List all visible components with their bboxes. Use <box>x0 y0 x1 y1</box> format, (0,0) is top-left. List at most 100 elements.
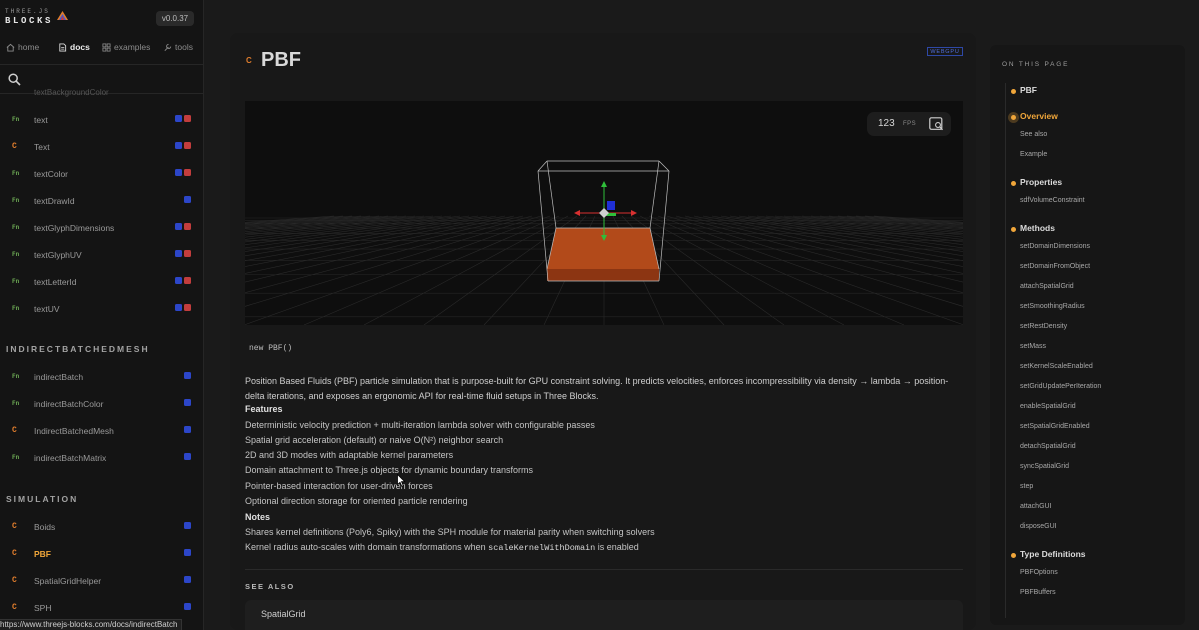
sidebar-item-label: indirectBatchMatrix <box>34 453 107 463</box>
sidebar-item[interactable]: C SPH <box>0 601 203 617</box>
sidebar-item[interactable]: Fn textGlyphDimensions <box>0 221 203 237</box>
webgl-support-badge <box>184 277 191 284</box>
toc-section-link[interactable]: Overview <box>1020 111 1058 121</box>
toc-link[interactable]: setMass <box>1020 343 1046 350</box>
toc-link[interactable]: Example <box>1020 151 1047 158</box>
webgpu-support-badge <box>175 304 182 311</box>
notes-heading: Notes <box>245 512 271 522</box>
toc-link[interactable]: enableSpatialGrid <box>1020 403 1076 410</box>
toc-link[interactable]: setSpatialGridEnabled <box>1020 423 1090 430</box>
grid-line <box>765 215 963 240</box>
inline-code: scaleKernelWithDomain <box>488 543 596 553</box>
toc-link[interactable]: setRestDensity <box>1020 323 1067 330</box>
function-kind-icon: Fn <box>12 116 20 123</box>
toc-link[interactable]: syncSpatialGrid <box>1020 463 1069 470</box>
toc-link[interactable]: setDomainFromObject <box>1020 263 1090 270</box>
brand-logo[interactable]: THREE.JS BLOCKS <box>5 9 53 26</box>
gizmo-x-arrow-neg <box>574 210 580 216</box>
function-kind-icon: Fn <box>12 251 20 258</box>
sidebar-item[interactable]: Fn text <box>0 113 203 129</box>
function-kind-icon: Fn <box>12 400 20 407</box>
search-input[interactable] <box>26 71 196 89</box>
toc-active-marker <box>1008 112 1019 123</box>
grid-line <box>245 215 443 240</box>
sidebar-item[interactable]: Fn textDrawId <box>0 194 203 210</box>
toc-section-link[interactable]: PBF <box>1020 85 1037 95</box>
toc-link[interactable]: setKernelScaleEnabled <box>1020 363 1093 370</box>
see-also-card[interactable]: SpatialGrid <box>245 600 963 630</box>
scene-canvas[interactable] <box>245 101 963 325</box>
sidebar-item[interactable]: Fn indirectBatchColor <box>0 397 203 413</box>
sidebar-item-label: PBF <box>34 549 51 559</box>
webgpu-support-badge <box>184 196 191 203</box>
sidebar-item[interactable]: C Boids <box>0 520 203 536</box>
toc-link[interactable]: setGridUpdatePerIteration <box>1020 383 1101 390</box>
nav-home[interactable]: home <box>6 42 39 52</box>
function-kind-icon: Fn <box>12 373 20 380</box>
toc-link[interactable]: attachSpatialGrid <box>1020 283 1074 290</box>
note-item: Kernel radius auto-scales with domain tr… <box>245 542 639 553</box>
toc-link[interactable]: PBFBuffers <box>1020 589 1056 596</box>
toc-link[interactable]: sdfVolumeConstraint <box>1020 197 1085 204</box>
sidebar-item-label: textUV <box>34 304 60 314</box>
toc-link[interactable]: setDomainDimensions <box>1020 243 1090 250</box>
webgpu-support-badge <box>175 250 182 257</box>
doc-icon <box>59 42 67 52</box>
sidebar-item-label: textDrawId <box>34 196 75 206</box>
sidebar-item[interactable]: Fn textGlyphUV <box>0 248 203 264</box>
webgpu-support-badge <box>175 277 182 284</box>
see-also-link[interactable]: SpatialGrid <box>261 609 306 619</box>
fluid-particles-top <box>547 228 659 269</box>
blocks-logo-icon <box>57 11 68 20</box>
toc-link[interactable]: step <box>1020 483 1033 490</box>
note-item: Shares kernel definitions (Poly6, Spiky)… <box>245 527 655 537</box>
toc-section-link[interactable]: Type Definitions <box>1020 549 1086 559</box>
sidebar-item[interactable]: C SpatialGridHelper <box>0 574 203 590</box>
toc-link[interactable]: disposeGUI <box>1020 523 1057 530</box>
toc-section-link[interactable]: Properties <box>1020 177 1062 187</box>
toc-link[interactable]: attachGUI <box>1020 503 1052 510</box>
sidebar-item[interactable]: C IndirectBatchedMesh <box>0 424 203 440</box>
webgpu-support-badge <box>184 453 191 460</box>
webgpu-support-badge <box>184 399 191 406</box>
sidebar-item-label: indirectBatch <box>34 372 84 382</box>
search-icon[interactable] <box>8 73 21 86</box>
grid-line <box>819 215 963 230</box>
grid-line <box>245 215 551 325</box>
toc-section-link[interactable]: Methods <box>1020 223 1055 233</box>
webgpu-support-badge <box>184 372 191 379</box>
sidebar-item[interactable]: Fn indirectBatchMatrix <box>0 451 203 467</box>
grid-icon <box>102 42 111 52</box>
version-badge: v0.0.37 <box>156 11 194 26</box>
sidebar-item[interactable]: C PBF <box>0 547 203 563</box>
sidebar-item[interactable]: C Text <box>0 140 203 156</box>
toc-link[interactable]: See also <box>1020 131 1047 138</box>
section-heading-simulation: SIMULATION <box>6 494 79 504</box>
toc-link[interactable]: detachSpatialGrid <box>1020 443 1076 450</box>
sidebar-item-label: textLetterId <box>34 277 77 287</box>
toc-active-dot <box>1011 115 1016 120</box>
sidebar-item[interactable]: Fn textUV <box>0 302 203 318</box>
features-heading: Features <box>245 404 283 414</box>
sidebar-item[interactable]: Fn textColor <box>0 167 203 183</box>
grid-line <box>738 215 963 249</box>
nav-docs[interactable]: docs <box>58 42 90 52</box>
webgpu-badge: WEBGPU <box>927 47 963 56</box>
inspect-icon[interactable] <box>929 117 944 131</box>
nav-tools[interactable]: tools <box>163 42 193 52</box>
toc-section-dot <box>1011 553 1016 558</box>
fps-panel: 123 FPS <box>867 112 951 136</box>
toc-link[interactable]: PBFOptions <box>1020 569 1058 576</box>
class-kind-marker: C <box>246 56 252 65</box>
nav-examples-label: examples <box>114 42 151 52</box>
nav-examples[interactable]: examples <box>102 42 150 52</box>
grid-line <box>720 215 963 257</box>
webgpu-support-badge <box>184 426 191 433</box>
grid-line <box>245 215 470 249</box>
example-viewport[interactable]: 123 FPS <box>245 101 963 325</box>
sidebar-item[interactable]: Fn textLetterId <box>0 275 203 291</box>
function-kind-icon: Fn <box>12 278 20 285</box>
toc-link[interactable]: setSmoothingRadius <box>1020 303 1085 310</box>
webgpu-support-badge <box>175 169 182 176</box>
sidebar-item[interactable]: Fn indirectBatch <box>0 370 203 386</box>
